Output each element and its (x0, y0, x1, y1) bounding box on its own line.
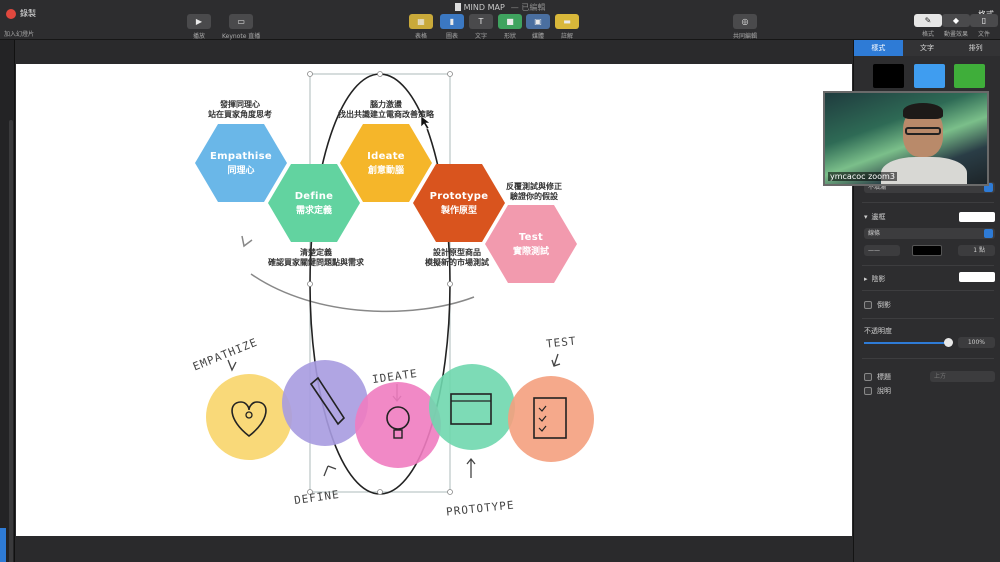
divider (862, 202, 994, 203)
line-type-select[interactable]: 線條 (864, 228, 995, 239)
shadow-preview[interactable] (959, 272, 995, 282)
keynote-live-button[interactable]: ▭ Keynote 直播 (222, 14, 260, 40)
animate-mode-button[interactable]: ◆ 動畫效果 (942, 14, 970, 38)
add-slide-button[interactable]: 加入幻燈片 (4, 29, 34, 38)
brush-icon: ✎ (914, 14, 942, 27)
current-slide-indicator (0, 528, 6, 562)
style-swatch-blue[interactable] (914, 64, 945, 88)
divider (862, 318, 994, 319)
keynote-window: MIND MAP — 已編輯 錄製 加入幻燈片 ▶ 播放 ▭ Keynote 直播… (0, 0, 1000, 562)
caption-checkbox[interactable] (864, 387, 872, 395)
lightbulb-base (393, 429, 403, 439)
comment-button[interactable]: ▬ 註解 (555, 14, 579, 40)
toolbar: MIND MAP — 已編輯 錄製 加入幻燈片 ▶ 播放 ▭ Keynote 直播… (0, 0, 1000, 40)
document-mode-icon: ▯ (970, 14, 998, 27)
slide[interactable]: Empathise 同理心 Define 需求定義 Ideate 創意動腦 Pr… (16, 64, 852, 536)
stroke-width-field[interactable]: 1 點 (958, 245, 995, 256)
shape-button[interactable]: ■ 形狀 (498, 14, 522, 40)
keynote-live-icon: ▭ (229, 14, 254, 29)
text-button[interactable]: T 文字 (469, 14, 493, 40)
divider (862, 290, 994, 291)
text-icon: T (469, 14, 493, 29)
chart-button[interactable]: ▮ 圖表 (440, 14, 464, 40)
collaborate-button[interactable]: ◎ 共同編輯 (733, 14, 757, 40)
format-mode-button[interactable]: ✎ 格式 (914, 14, 942, 38)
document-icon (454, 3, 461, 11)
video-participant[interactable]: ymcacoc zoom3 (823, 91, 989, 186)
tab-arrange[interactable]: 排列 (951, 40, 1000, 56)
slide-canvas[interactable]: Empathise 同理心 Define 需求定義 Ideate 創意動腦 Pr… (15, 40, 853, 562)
divider (862, 358, 994, 359)
comment-icon: ▬ (555, 14, 579, 29)
border-preview[interactable] (959, 212, 995, 222)
document-mode-button[interactable]: ▯ 文件 (970, 14, 998, 38)
chart-icon: ▮ (440, 14, 464, 29)
opacity-field[interactable]: 100% (958, 337, 995, 348)
browser-window-icon (450, 393, 492, 425)
record-icon (6, 8, 16, 19)
line-style-icon: —— (868, 247, 880, 254)
divider (862, 265, 994, 266)
participant-hair (903, 103, 943, 119)
play-icon: ▶ (187, 14, 211, 29)
circle-icons (231, 376, 567, 439)
style-swatch-green[interactable] (954, 64, 985, 88)
navigator-scrollbar[interactable] (9, 120, 13, 562)
media-button[interactable]: ▣ 媒體 (526, 14, 550, 40)
document-title: MIND MAP — 已編輯 (0, 2, 1000, 13)
diamond-icon: ◆ (942, 14, 970, 27)
tab-style[interactable]: 樣式 (854, 40, 903, 56)
heart-icon (231, 401, 267, 438)
disclosure-closed-icon: ▸ (864, 275, 868, 283)
reflection-checkbox[interactable] (864, 301, 872, 309)
play-button[interactable]: ▶ 播放 (187, 14, 211, 40)
table-icon: ▦ (409, 14, 433, 29)
reflection-row[interactable]: 倒影 (864, 300, 994, 310)
opacity-label: 不透明度 (864, 327, 892, 335)
caption-row[interactable]: 說明 (864, 386, 994, 396)
checklist-icon (533, 397, 567, 439)
slide-navigator[interactable] (0, 40, 15, 562)
pencil-icon (309, 376, 346, 426)
lightbulb-icon (386, 406, 410, 430)
disclosure-open-icon: ▾ (864, 213, 868, 221)
table-button[interactable]: ▦ 表格 (409, 14, 433, 40)
record-button[interactable]: 錄製 (6, 8, 36, 19)
media-icon: ▣ (526, 14, 550, 29)
participant-name: ymcacoc zoom3 (828, 172, 897, 181)
style-swatch-black[interactable] (873, 64, 904, 88)
inspector-tabs: 樣式 文字 排列 (854, 40, 1000, 56)
opacity-slider[interactable] (864, 342, 948, 344)
collaborate-icon: ◎ (733, 14, 757, 29)
shape-icon: ■ (498, 14, 522, 29)
person-head-icon (245, 411, 253, 419)
stroke-color-well[interactable] (912, 245, 942, 256)
line-style-select[interactable]: —— (864, 245, 900, 256)
chevron-down-icon (984, 229, 993, 238)
title-position-select[interactable]: 上方 (930, 371, 995, 382)
tab-text[interactable]: 文字 (902, 40, 952, 56)
opacity-slider-knob[interactable] (944, 338, 953, 347)
participant-glasses (905, 127, 941, 135)
title-checkbox[interactable] (864, 373, 872, 381)
